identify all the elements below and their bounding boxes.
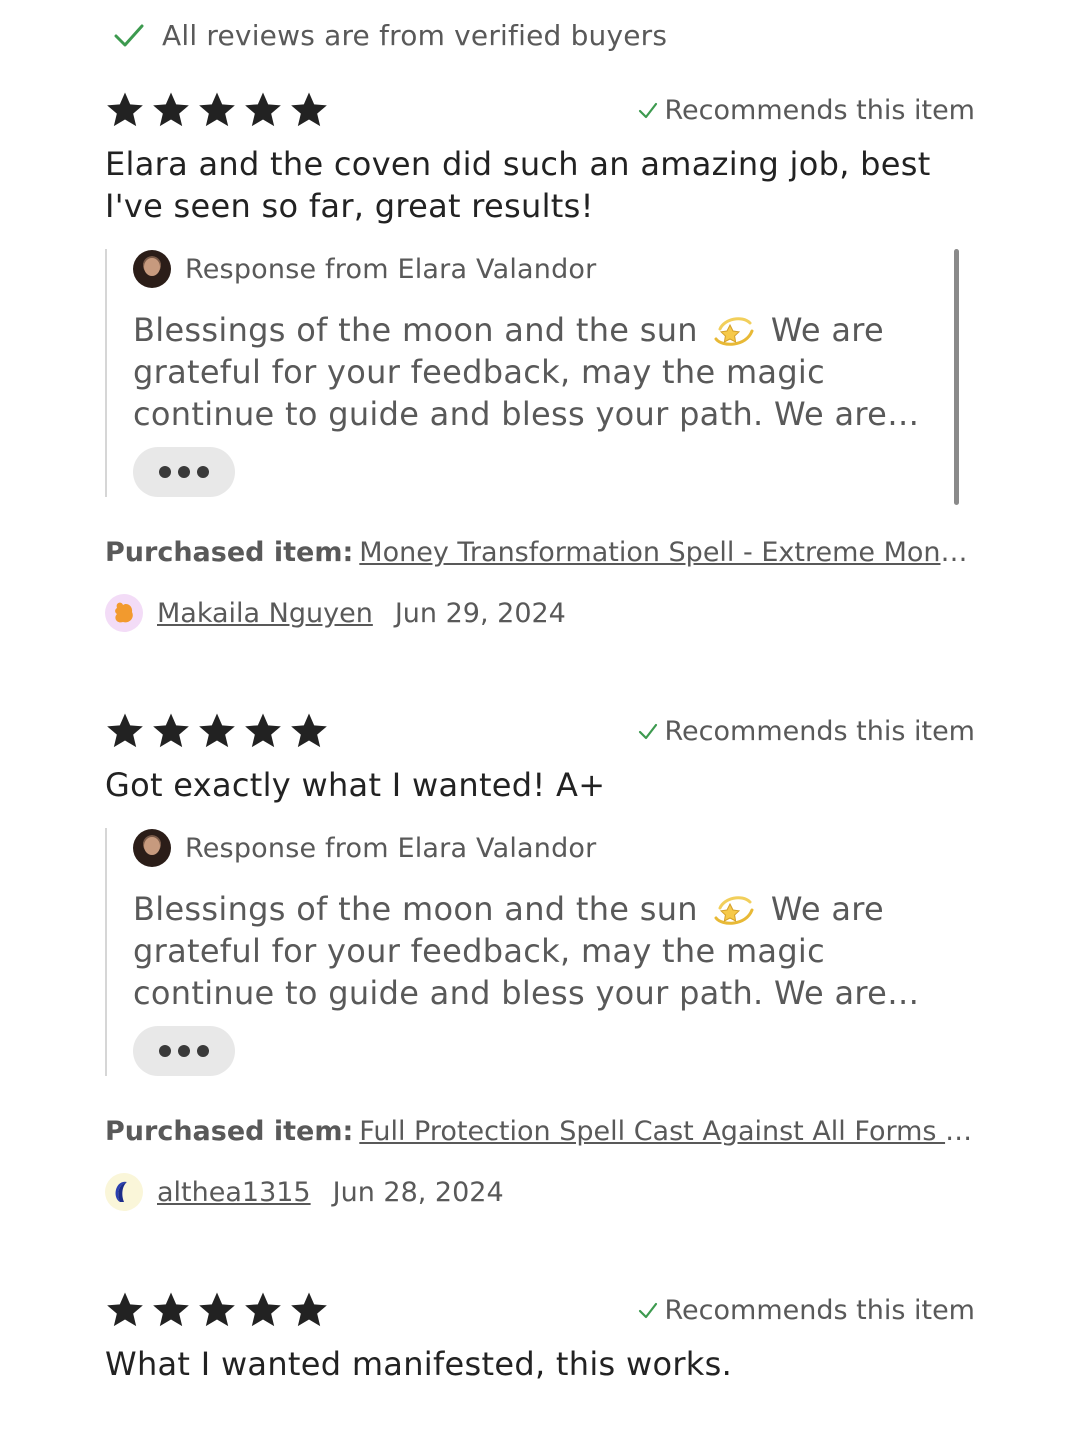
check-icon (638, 1302, 657, 1319)
response-text: Blessings of the moon and the sun We are… (133, 309, 935, 435)
more-dots-icon (178, 1045, 190, 1057)
review-text: Elara and the coven did such an amazing … (105, 145, 931, 225)
more-dots-icon (159, 466, 171, 478)
more-dots-icon (197, 466, 209, 478)
response-header: Response from Elara Valandor (133, 828, 935, 868)
seller-avatar (133, 250, 171, 288)
purchased-item: Purchased item: Money Transformation Spel… (105, 537, 975, 568)
recommends-badge: Recommends this item (637, 715, 976, 747)
verified-buyers-banner: All reviews are from verified buyers (112, 18, 667, 52)
purchased-item: Purchased item: Full Protection Spell Cas… (105, 1116, 975, 1147)
review-card: Recommends this item Elara and the coven… (105, 87, 975, 632)
response-label: Response from Elara Valandor (185, 832, 597, 864)
star-icon (107, 713, 143, 748)
response-text-start: Blessings of the moon and the sun (133, 890, 698, 928)
recommends-text: Recommends this item (664, 94, 976, 126)
expand-response-button[interactable] (133, 447, 235, 497)
reviewer-row: althea1315 Jun 28, 2024 (105, 1173, 975, 1211)
verified-buyers-text: All reviews are from verified buyers (162, 18, 668, 52)
reviewer-name-link[interactable]: althea1315 (157, 1177, 311, 1208)
rating-row: Recommends this item (105, 87, 975, 133)
recommends-text: Recommends this item (664, 715, 976, 747)
response-text: Blessings of the moon and the sun We are… (133, 888, 935, 1014)
review-text: Got exactly what I wanted! A+ (105, 766, 606, 804)
seller-avatar (133, 829, 171, 867)
star-icon (245, 1292, 281, 1327)
recommends-text: Recommends this item (664, 1294, 976, 1326)
star-rating (105, 1290, 329, 1330)
recommends-badge: Recommends this item (637, 1294, 976, 1326)
reviewer-name-link[interactable]: Makaila Nguyen (157, 598, 373, 629)
review-date: Jun 28, 2024 (332, 1176, 504, 1208)
seller-response: Response from Elara Valandor Blessings o… (105, 828, 945, 1076)
star-rating (105, 90, 329, 130)
expand-response-button[interactable] (133, 1026, 235, 1076)
star-icon (291, 1292, 327, 1327)
star-icon (107, 1292, 143, 1327)
rating-row: Recommends this item (105, 1287, 975, 1333)
scrollbar[interactable] (954, 249, 959, 505)
more-dots-icon (197, 1045, 209, 1057)
star-icon (153, 92, 189, 127)
star-icon (199, 92, 235, 127)
dizzy-star-emoji-icon (714, 896, 754, 925)
star-icon (291, 713, 327, 748)
recommends-badge: Recommends this item (637, 94, 976, 126)
response-text-start: Blessings of the moon and the sun (133, 311, 698, 349)
purchased-label: Purchased item: (105, 1116, 354, 1147)
dizzy-star-emoji-icon (714, 317, 754, 346)
review-text: What I wanted manifested, this works. (105, 1345, 733, 1383)
orange-blob-avatar-icon (115, 602, 133, 623)
reviewer-row: Makaila Nguyen Jun 29, 2024 (105, 594, 975, 632)
star-rating (105, 711, 329, 751)
star-icon (245, 713, 281, 748)
star-icon (107, 92, 143, 127)
more-dots-icon (178, 466, 190, 478)
purchased-item-link[interactable]: Full Protection Spell Cast Against All F… (359, 1116, 975, 1147)
star-icon (291, 92, 327, 127)
response-header: Response from Elara Valandor (133, 249, 935, 289)
review-date: Jun 29, 2024 (394, 597, 566, 629)
star-icon (199, 1292, 235, 1327)
reviewer-avatar[interactable] (105, 594, 143, 632)
check-icon (114, 24, 144, 47)
check-icon (638, 102, 657, 119)
star-icon (245, 92, 281, 127)
check-icon (638, 723, 657, 740)
rating-row: Recommends this item (105, 708, 975, 754)
response-label: Response from Elara Valandor (185, 253, 597, 285)
review-card: Recommends this item Got exactly what I … (105, 708, 975, 1211)
review-card: Recommends this item What I wanted manif… (105, 1287, 975, 1385)
purchased-label: Purchased item: (105, 537, 354, 568)
more-dots-icon (159, 1045, 171, 1057)
reviewer-avatar[interactable] (105, 1173, 143, 1211)
blue-crescent-avatar-icon (115, 1181, 127, 1202)
star-icon (153, 713, 189, 748)
seller-response: Response from Elara Valandor Blessings o… (105, 249, 959, 505)
purchased-item-link[interactable]: Money Transformation Spell - Extreme Mon… (359, 537, 975, 568)
star-icon (199, 713, 235, 748)
star-icon (153, 1292, 189, 1327)
